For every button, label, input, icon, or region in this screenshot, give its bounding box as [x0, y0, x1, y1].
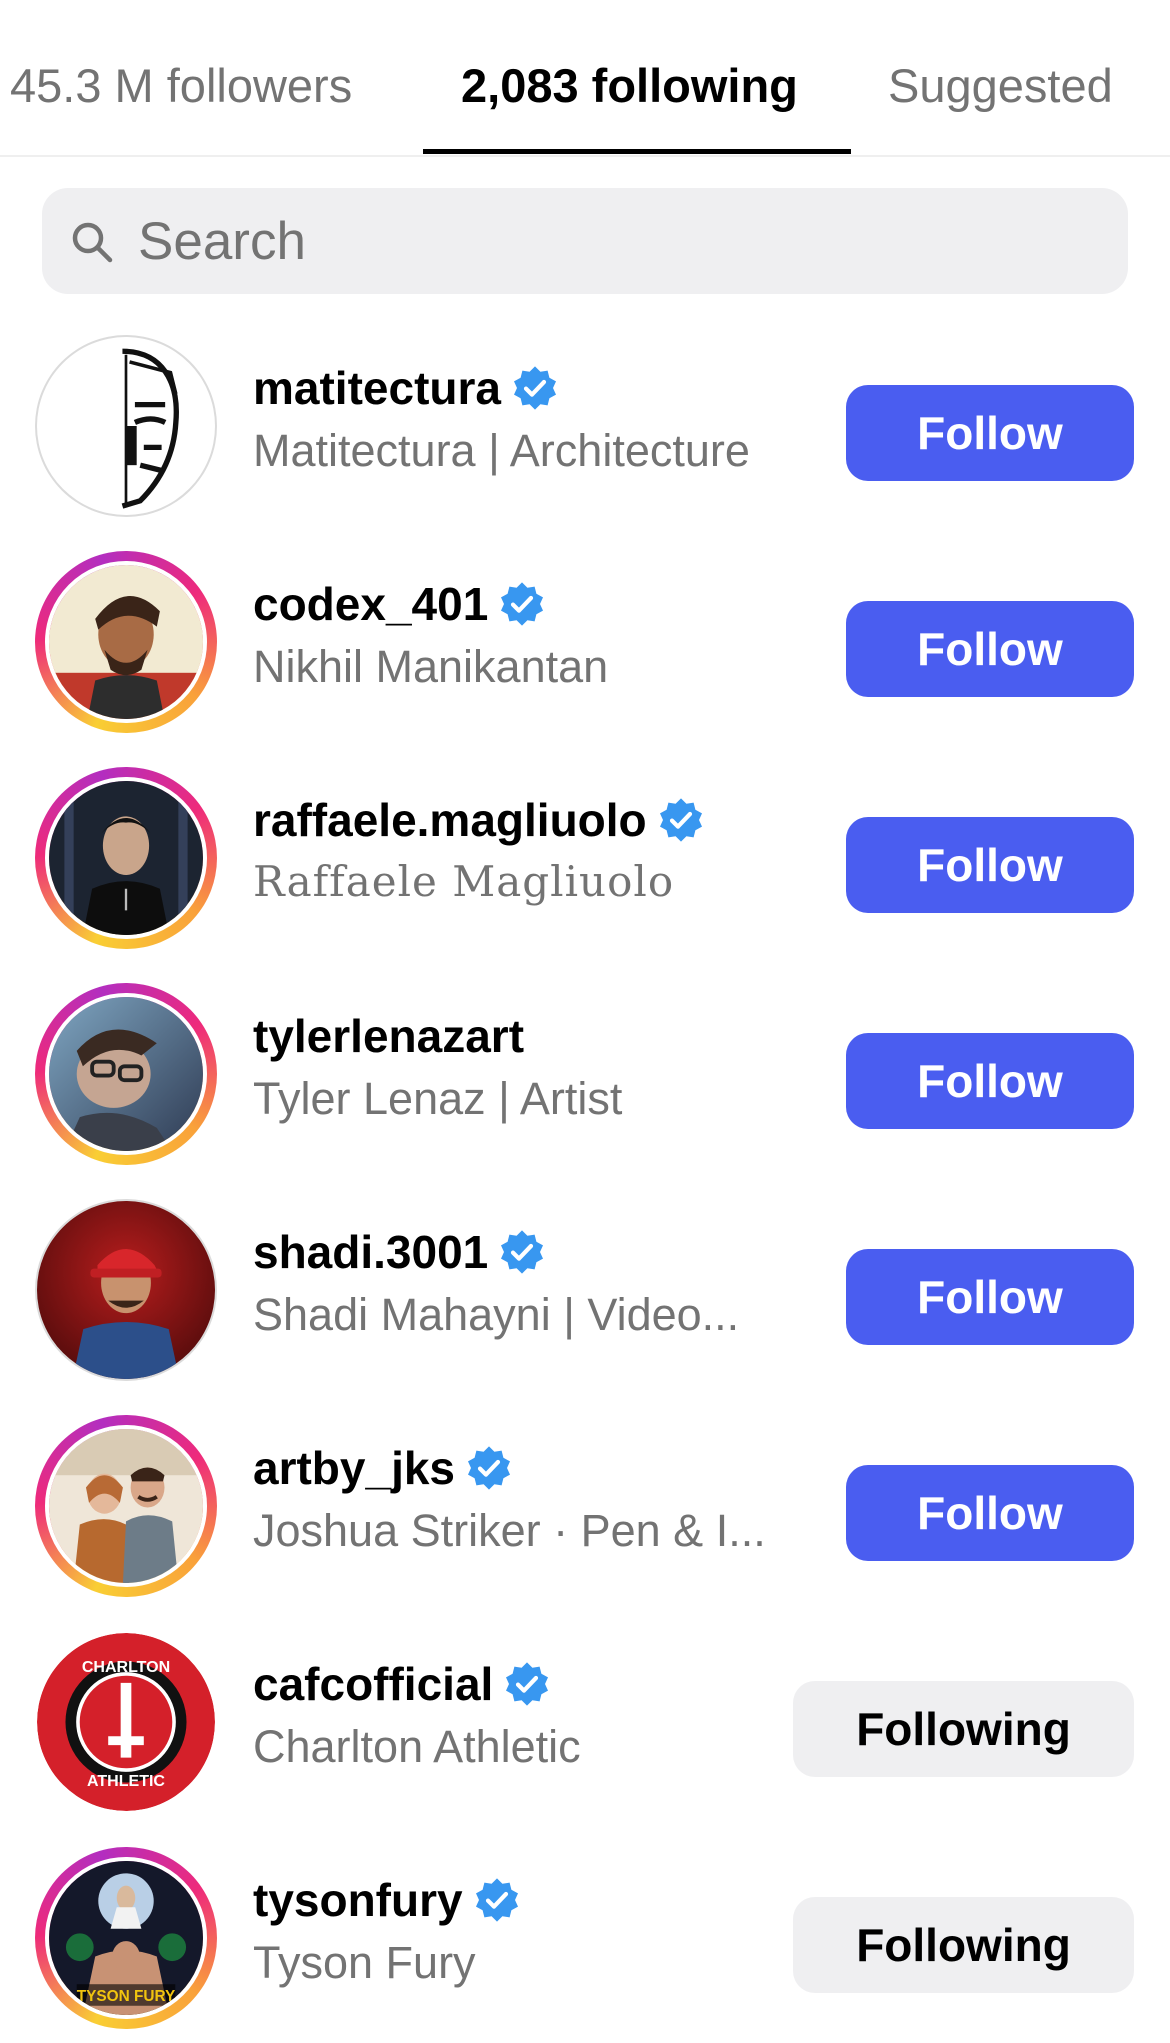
- profile-photo-image: [49, 997, 203, 1151]
- tab-suggested[interactable]: Suggested: [888, 58, 1113, 113]
- portrait-sketch-image: [37, 337, 215, 515]
- list-item[interactable]: tylerlenazart Tyler Lenaz | Artist Follo…: [0, 953, 1170, 1169]
- following-button[interactable]: Following: [793, 1681, 1134, 1777]
- list-item[interactable]: CHARLTON ATHLETIC cafcofficial Charlton …: [0, 1601, 1170, 1817]
- follow-button[interactable]: Follow: [846, 385, 1134, 481]
- full-name: Joshua Striker · Pen & I...: [253, 1505, 766, 1556]
- profile-photo-image: TYSON FURY: [49, 1861, 203, 2015]
- list-item[interactable]: TYSON FURY tysonfury Tyson Fury Followin…: [0, 1817, 1170, 2033]
- username[interactable]: artby_jks: [253, 1441, 513, 1495]
- full-name: Raffaele Magliuolo: [253, 857, 675, 906]
- username[interactable]: raffaele.magliuolo: [253, 793, 705, 847]
- verified-badge-icon: [475, 1878, 518, 1922]
- follow-tabs: 45.3 M followers 2,083 following Suggest…: [0, 0, 1170, 157]
- follow-button[interactable]: Follow: [846, 1465, 1134, 1561]
- tab-following[interactable]: 2,083 following: [461, 58, 798, 113]
- svg-text:TYSON FURY: TYSON FURY: [77, 1988, 176, 2005]
- search-bar[interactable]: [42, 188, 1128, 294]
- svg-text:ATHLETIC: ATHLETIC: [87, 1772, 165, 1790]
- follow-button[interactable]: Follow: [846, 1033, 1134, 1129]
- club-crest-logo: CHARLTON ATHLETIC: [37, 1633, 215, 1811]
- username[interactable]: codex_401: [253, 577, 546, 631]
- full-name: Tyler Lenaz | Artist: [253, 1073, 623, 1124]
- profile-photo-image: [49, 781, 203, 935]
- tab-followers[interactable]: 45.3 M followers: [10, 58, 352, 113]
- username[interactable]: tylerlenazart: [253, 1009, 524, 1063]
- username[interactable]: shadi.3001: [253, 1225, 546, 1279]
- verified-badge-icon: [506, 1662, 549, 1706]
- list-item[interactable]: raffaele.magliuolo Raffaele Magliuolo Fo…: [0, 737, 1170, 953]
- list-item[interactable]: matitectura Matitectura | Architecture F…: [0, 305, 1170, 521]
- search-input[interactable]: [138, 188, 1088, 294]
- avatar[interactable]: [35, 335, 217, 517]
- search-icon: [72, 222, 113, 263]
- verified-badge-icon: [468, 1446, 511, 1490]
- username[interactable]: tysonfury: [253, 1873, 521, 1927]
- avatar-story-ring[interactable]: [35, 551, 217, 733]
- full-name: Charlton Athletic: [253, 1721, 581, 1772]
- follow-button[interactable]: Follow: [846, 817, 1134, 913]
- profile-photo-image: [49, 565, 203, 719]
- svg-text:CHARLTON: CHARLTON: [82, 1658, 170, 1676]
- verified-badge-icon: [513, 366, 556, 410]
- list-item[interactable]: shadi.3001 Shadi Mahayni | Video... Foll…: [0, 1169, 1170, 1385]
- full-name: Matitectura | Architecture: [253, 425, 750, 476]
- username[interactable]: cafcofficial: [253, 1657, 551, 1711]
- list-item[interactable]: codex_401 Nikhil Manikantan Follow: [0, 521, 1170, 737]
- following-button[interactable]: Following: [793, 1897, 1134, 1993]
- full-name: Shadi Mahayni | Video...: [253, 1289, 740, 1340]
- full-name: Tyson Fury: [253, 1937, 476, 1988]
- profile-photo-image: [37, 1201, 215, 1379]
- full-name: Nikhil Manikantan: [253, 641, 609, 692]
- avatar-story-ring[interactable]: [35, 767, 217, 949]
- follow-button[interactable]: Follow: [846, 1249, 1134, 1345]
- verified-badge-icon: [501, 1230, 544, 1274]
- verified-badge-icon: [659, 798, 702, 842]
- avatar-story-ring[interactable]: TYSON FURY: [35, 1847, 217, 2029]
- avatar-story-ring[interactable]: [35, 983, 217, 1165]
- follow-button[interactable]: Follow: [846, 601, 1134, 697]
- active-tab-indicator: [423, 149, 851, 154]
- avatar-story-ring[interactable]: [35, 1415, 217, 1597]
- avatar[interactable]: CHARLTON ATHLETIC: [35, 1631, 217, 1813]
- list-item[interactable]: artby_jks Joshua Striker · Pen & I... Fo…: [0, 1385, 1170, 1601]
- username[interactable]: matitectura: [253, 361, 559, 415]
- profile-photo-image: [49, 1429, 203, 1583]
- avatar[interactable]: [35, 1199, 217, 1381]
- verified-badge-icon: [501, 582, 544, 626]
